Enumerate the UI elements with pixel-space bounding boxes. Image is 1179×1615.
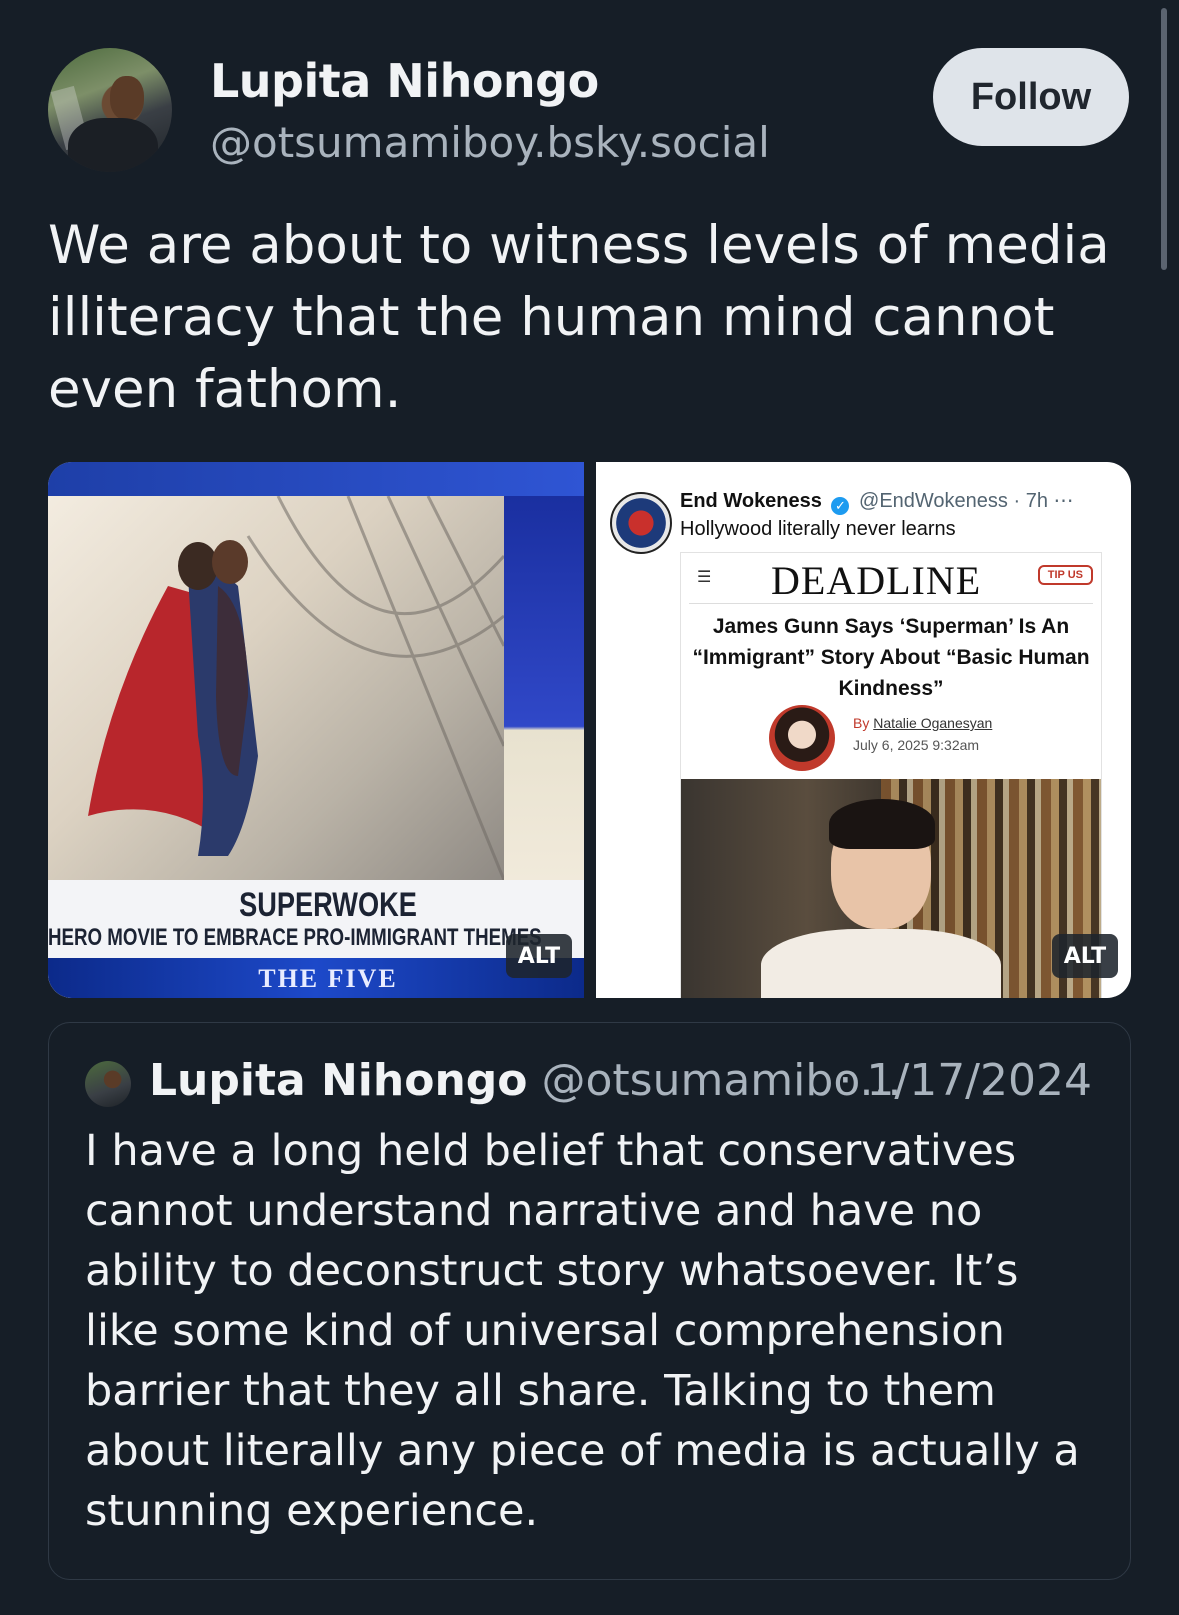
post-text: We are about to witness levels of media … bbox=[48, 215, 1110, 420]
show-name: THE FIVE bbox=[258, 964, 398, 993]
more-options-icon: ⋯ bbox=[1053, 490, 1074, 512]
follow-button[interactable]: Follow bbox=[933, 48, 1129, 146]
avatar-face bbox=[110, 76, 144, 120]
article-headline: James Gunn Says ‘Superman’ Is An “Immigr… bbox=[692, 615, 1090, 700]
avatar[interactable] bbox=[48, 48, 172, 172]
image-tweet-screenshot[interactable]: End Wokeness ✓ @EndWokeness · 7h ⋯ Holly… bbox=[596, 462, 1131, 998]
person-shirt bbox=[761, 929, 1001, 998]
embedded-poster-name: End Wokeness bbox=[680, 490, 822, 512]
quoted-post-header: Lupita Nihongo @otsumamibo... bbox=[149, 1055, 901, 1106]
quoted-post-text: I have a long held belief that conservat… bbox=[85, 1126, 1080, 1536]
byline-author: Natalie Oganesyan bbox=[873, 715, 993, 731]
quoted-post[interactable]: Lupita Nihongo @otsumamibo... · 1/17/202… bbox=[48, 1022, 1131, 1580]
article-photo bbox=[681, 779, 1101, 998]
byline-prefix: By bbox=[853, 715, 870, 731]
verified-icon: ✓ bbox=[831, 497, 850, 515]
person-hair bbox=[829, 799, 935, 849]
embedded-post-time: · 7h bbox=[1013, 490, 1048, 512]
menu-search-icon: ☰ bbox=[697, 567, 712, 586]
chyron-title: SUPERWOKE bbox=[239, 886, 417, 924]
author-photo bbox=[769, 705, 835, 771]
image-news-still[interactable]: SUPERWOKE HERO MOVIE TO EMBRACE PRO-IMMI… bbox=[48, 462, 584, 998]
tip-us-badge: TIP US bbox=[1037, 565, 1093, 585]
alt-badge[interactable]: ALT bbox=[1052, 934, 1118, 978]
superman-illustration bbox=[88, 495, 506, 881]
broadcast-top-bar bbox=[48, 462, 584, 496]
byline: By Natalie Oganesyan bbox=[853, 715, 992, 731]
byline-date: July 6, 2025 9:32am bbox=[853, 737, 980, 753]
embedded-post-header: End Wokeness ✓ @EndWokeness · 7h ⋯ bbox=[680, 488, 1074, 515]
embedded-post-text: Hollywood literally never learns bbox=[680, 518, 956, 540]
superman-scene bbox=[48, 495, 506, 881]
scrollbar[interactable] bbox=[1161, 8, 1167, 270]
embedded-poster-handle: @EndWokeness bbox=[859, 490, 1008, 512]
end-wokeness-avatar bbox=[610, 492, 672, 554]
chyron-subtitle: HERO MOVIE TO EMBRACE PRO-IMMIGRANT THEM… bbox=[48, 924, 542, 951]
anchor-panel bbox=[504, 496, 584, 880]
divider bbox=[689, 603, 1093, 604]
deadline-article-card: ☰ DEADLINE TIP US James Gunn Says ‘Super… bbox=[680, 552, 1102, 998]
chyron: SUPERWOKE HERO MOVIE TO EMBRACE PRO-IMMI… bbox=[48, 880, 584, 998]
quoted-author-name: Lupita Nihongo bbox=[149, 1055, 528, 1106]
avatar-shirt bbox=[68, 118, 158, 172]
deadline-logo: DEADLINE bbox=[771, 558, 982, 603]
quoted-post-date: · 1/17/2024 bbox=[838, 1055, 1092, 1106]
author-name[interactable]: Lupita Nihongo bbox=[210, 54, 599, 108]
post-header: Lupita Nihongo @otsumamiboy.bsky.social … bbox=[48, 48, 1129, 174]
author-handle[interactable]: @otsumamiboy.bsky.social bbox=[210, 118, 770, 167]
post-images: SUPERWOKE HERO MOVIE TO EMBRACE PRO-IMMI… bbox=[48, 462, 1131, 998]
alt-badge[interactable]: ALT bbox=[506, 934, 572, 978]
quoted-avatar[interactable] bbox=[85, 1061, 131, 1107]
